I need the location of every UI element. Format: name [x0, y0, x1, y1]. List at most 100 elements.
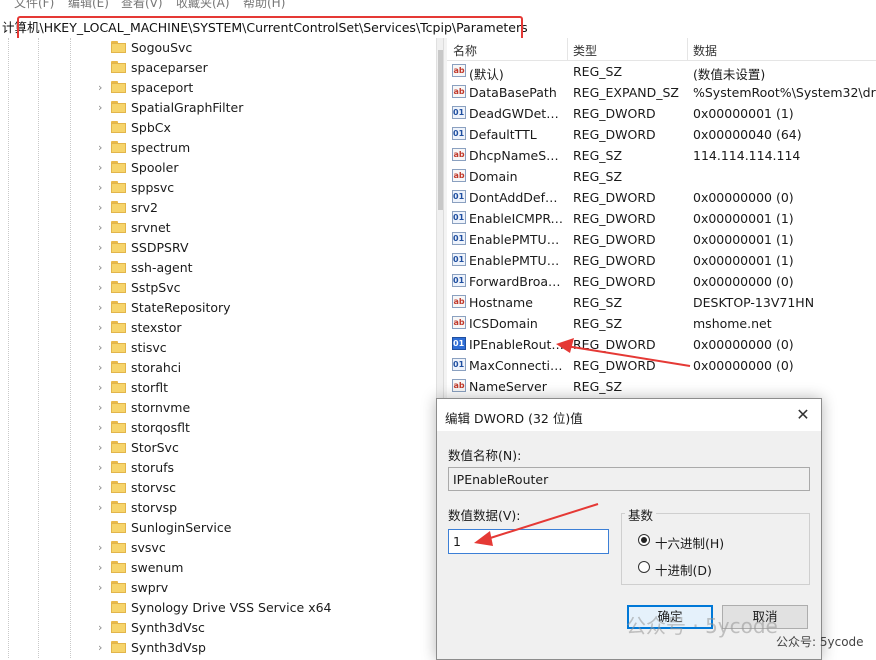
chevron-right-icon[interactable]: › [98, 261, 108, 274]
chevron-right-icon[interactable]: › [98, 401, 108, 414]
menu-favorites[interactable]: 收藏夹(A) [176, 0, 230, 10]
value-row[interactable]: 011IPEnableRouter REG_DWORD 0x00000000 (0) [447, 334, 876, 355]
tree-item[interactable]: › storqosflt [95, 418, 435, 438]
chevron-right-icon[interactable]: › [98, 161, 108, 174]
chevron-right-icon[interactable]: › [98, 101, 108, 114]
chevron-right-icon[interactable]: › [98, 241, 108, 254]
value-row[interactable]: abDhcpNameServer REG_SZ 114.114.114.114 [447, 145, 876, 166]
tree-item[interactable]: › storufs [95, 458, 435, 478]
tree-item[interactable]: › storvsp [95, 498, 435, 518]
column-type[interactable]: 类型 [573, 42, 597, 59]
value-row[interactable]: 011EnablePMTUDiscovery REG_DWORD 0x0000000… [447, 250, 876, 271]
value-data-text[interactable]: 1 [453, 534, 461, 549]
value-row[interactable]: 011MaxConnectionsPerServer REG_DWORD 0x000… [447, 355, 876, 376]
value-row[interactable]: ab Hostname REG_SZ DESKTOP-13V71HN [447, 292, 876, 313]
chevron-right-icon[interactable]: › [98, 581, 108, 594]
tree-item[interactable]: › svsvc [95, 538, 435, 558]
tree-item[interactable]: › swprv [95, 578, 435, 598]
tree-item[interactable]: › swenum [95, 558, 435, 578]
tree-item[interactable]: › StateRepository [95, 298, 435, 318]
tree-item[interactable]: › SSDPSRV [95, 238, 435, 258]
chevron-right-icon[interactable]: › [98, 141, 108, 154]
string-value-icon: ab [452, 148, 466, 161]
chevron-right-icon[interactable]: › [98, 561, 108, 574]
tree-item[interactable]: › Synth3dVsp [95, 638, 435, 658]
value-name: NameServer [469, 379, 547, 394]
tree-item[interactable]: › spaceport [95, 78, 435, 98]
tree-item[interactable]: SunloginService [95, 518, 435, 538]
dec-label[interactable]: 十进制(D) [655, 560, 712, 579]
value-row[interactable]: 011DontAddDefaultGateway REG_DWORD 0x00000… [447, 187, 876, 208]
value-row[interactable]: 011EnablePMTUBHDetect REG_DWORD 0x00000001… [447, 229, 876, 250]
chevron-right-icon[interactable]: › [98, 421, 108, 434]
chevron-right-icon[interactable]: › [98, 341, 108, 354]
address-path[interactable]: 计算机\HKEY_LOCAL_MACHINE\SYSTEM\CurrentCon… [2, 17, 528, 36]
tree-item[interactable]: › StorSvc [95, 438, 435, 458]
tree-item[interactable]: › SpatialGraphFilter [95, 98, 435, 118]
tree-item[interactable]: › storahci [95, 358, 435, 378]
chevron-right-icon[interactable]: › [98, 181, 108, 194]
tree-item[interactable]: › Synth3dVsc [95, 618, 435, 638]
tree-item[interactable]: spaceparser [95, 58, 435, 78]
tree-item[interactable]: › srvnet [95, 218, 435, 238]
value-row[interactable]: 011EnableICMPRedirect REG_DWORD 0x00000001… [447, 208, 876, 229]
chevron-right-icon[interactable]: › [98, 301, 108, 314]
chevron-right-icon[interactable]: › [98, 201, 108, 214]
tree-item[interactable]: › SstpSvc [95, 278, 435, 298]
chevron-right-icon[interactable]: › [98, 461, 108, 474]
tree-item[interactable]: › srv2 [95, 198, 435, 218]
chevron-right-icon[interactable]: › [98, 641, 108, 654]
folder-icon [111, 481, 126, 493]
column-separator[interactable] [567, 38, 568, 60]
value-row[interactable]: 011DefaultTTL REG_DWORD 0x00000040 (64) [447, 124, 876, 145]
watermark: 公众号 · 5ycode [626, 614, 778, 638]
column-data[interactable]: 数据 [693, 42, 717, 59]
value-data-input[interactable]: 1 [448, 529, 609, 554]
chevron-right-icon[interactable]: › [98, 481, 108, 494]
tree-item[interactable]: › storflt [95, 378, 435, 398]
chevron-right-icon[interactable]: › [98, 441, 108, 454]
address-bar[interactable]: 计算机\HKEY_LOCAL_MACHINE\SYSTEM\CurrentCon… [0, 11, 876, 51]
value-name: MaxConnectionsPerServer [469, 358, 564, 373]
tree-item[interactable]: › Spooler [95, 158, 435, 178]
menu-file[interactable]: 文件(F) [14, 0, 54, 10]
column-separator[interactable] [687, 38, 688, 60]
value-row[interactable]: 011ForwardBroadcasts REG_DWORD 0x00000000 … [447, 271, 876, 292]
string-value-icon: ab [452, 379, 466, 392]
value-row[interactable]: ab ICSDomain REG_SZ mshome.net [447, 313, 876, 334]
value-row[interactable]: 011DeadGWDetectDefault REG_DWORD 0x0000000… [447, 103, 876, 124]
tree-item[interactable]: Synology Drive VSS Service x64 [95, 598, 435, 618]
tree-item[interactable]: › sppsvc [95, 178, 435, 198]
value-name-text: IPEnableRouter [453, 472, 549, 487]
value-row[interactable]: ab Domain REG_SZ [447, 166, 876, 187]
chevron-right-icon[interactable]: › [98, 621, 108, 634]
menu-edit[interactable]: 编辑(E) [68, 0, 109, 10]
chevron-right-icon[interactable]: › [98, 361, 108, 374]
chevron-right-icon[interactable]: › [98, 221, 108, 234]
tree-item[interactable]: › stornvme [95, 398, 435, 418]
menu-view[interactable]: 查看(V) [121, 0, 163, 10]
value-row[interactable]: ab NameServer REG_SZ [447, 376, 876, 397]
chevron-right-icon[interactable]: › [98, 81, 108, 94]
close-icon[interactable]: ✕ [793, 405, 813, 425]
tree-item[interactable]: › storvsc [95, 478, 435, 498]
tree-item[interactable]: › spectrum [95, 138, 435, 158]
chevron-right-icon[interactable]: › [98, 281, 108, 294]
chevron-right-icon[interactable]: › [98, 501, 108, 514]
tree-item[interactable]: › stexstor [95, 318, 435, 338]
chevron-right-icon[interactable]: › [98, 321, 108, 334]
chevron-right-icon[interactable]: › [98, 541, 108, 554]
binary-value-icon: 011 [452, 211, 466, 224]
tree-item[interactable]: › ssh-agent [95, 258, 435, 278]
menu-help[interactable]: 帮助(H) [243, 0, 285, 10]
hex-label[interactable]: 十六进制(H) [655, 533, 724, 552]
tree-item-label: StateRepository [131, 300, 231, 315]
tree-item-label: StorSvc [131, 440, 179, 455]
value-row[interactable]: ab (默认) REG_SZ (数值未设置) [447, 61, 876, 82]
chevron-right-icon[interactable]: › [98, 381, 108, 394]
tree-item[interactable]: SpbCx [95, 118, 435, 138]
value-row[interactable]: ab DataBasePath REG_EXPAND_SZ %SystemRoot%\… [447, 82, 876, 103]
tree-item[interactable]: SogouSvc [95, 38, 435, 58]
column-name[interactable]: 名称 [453, 42, 477, 59]
tree-item[interactable]: › stisvc [95, 338, 435, 358]
